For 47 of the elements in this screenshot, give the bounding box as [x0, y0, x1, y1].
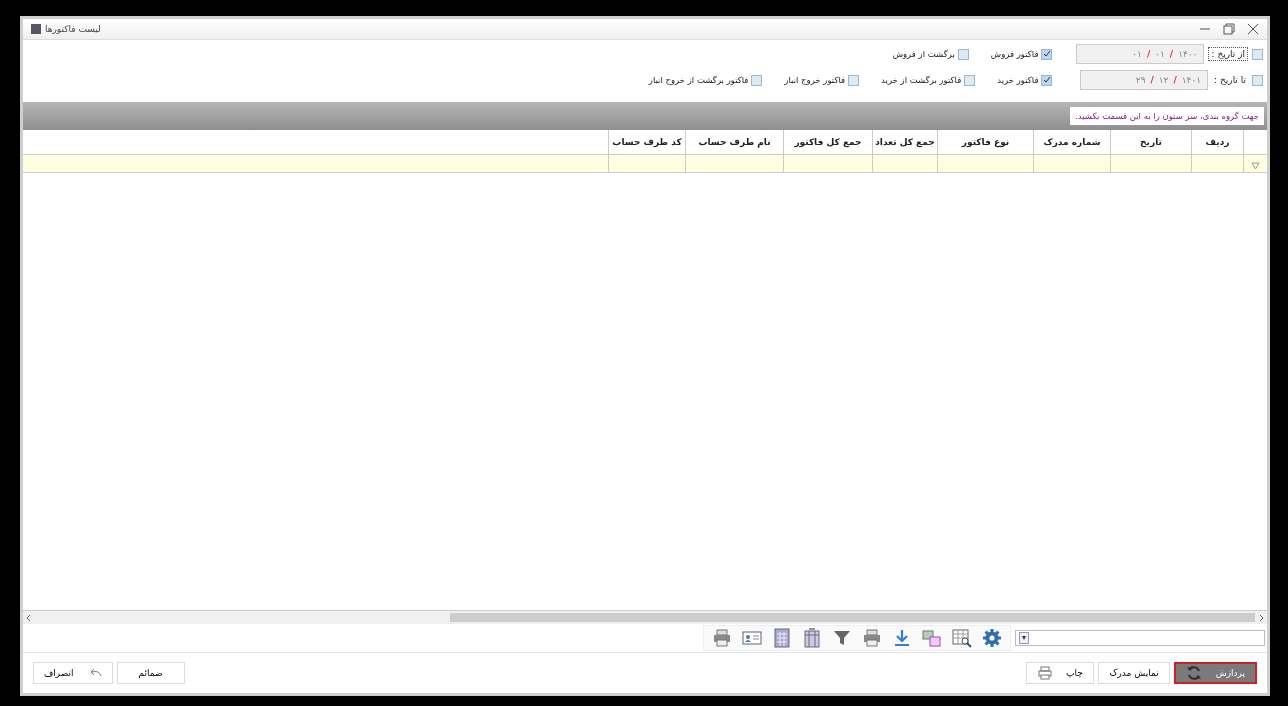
scrollbar-thumb[interactable] [449, 613, 1255, 622]
checkbox[interactable] [1041, 48, 1053, 60]
filter-icon [1251, 162, 1260, 170]
maximize-icon[interactable] [1223, 23, 1235, 35]
windows-icon[interactable] [922, 628, 942, 648]
printer-icon [1038, 666, 1053, 680]
gear-icon[interactable] [982, 628, 1002, 648]
scroll-left-icon[interactable] [25, 613, 33, 622]
checkbox[interactable] [957, 48, 969, 60]
search-field[interactable] [1015, 630, 1265, 646]
checkbox[interactable] [1041, 74, 1053, 86]
download-icon[interactable] [892, 628, 912, 648]
action-button[interactable]: نمایش مدرک [1098, 662, 1170, 684]
checkbox-label: برگشت از فروش [892, 49, 955, 59]
window-title: لیست فاکتورها [45, 24, 101, 34]
printer-icon[interactable] [712, 628, 732, 648]
filter-icon[interactable] [832, 628, 852, 648]
action-button[interactable]: پردازش [1173, 662, 1257, 684]
checkbox-label: فاکتور فروش [990, 49, 1039, 59]
checkbox[interactable] [1252, 48, 1263, 60]
date-field[interactable]: ۲۹ / ۱۲ / ۱۴۰۱ [1080, 70, 1209, 90]
group-hint: جهت گروه بندی، سر ستون را به این قسمت بکشید. [1070, 107, 1264, 125]
window-icon [31, 24, 41, 34]
checkbox[interactable] [751, 74, 763, 86]
action-button[interactable]: انصراف [33, 662, 113, 684]
checkbox[interactable] [964, 74, 976, 86]
checkbox-label: فاکتور خرید [997, 75, 1039, 85]
action-button[interactable]: چاپ [1026, 662, 1095, 684]
printer-icon[interactable] [862, 628, 882, 648]
contact-card-icon[interactable] [742, 628, 762, 648]
horizontal-scrollbar[interactable] [23, 611, 1267, 624]
close-icon[interactable] [1247, 23, 1259, 35]
columns-icon[interactable] [802, 628, 822, 648]
refresh-icon [1185, 665, 1202, 681]
checkbox[interactable] [848, 74, 860, 86]
filter-icon [1019, 632, 1029, 644]
date-label: از تاریخ : [1208, 47, 1248, 61]
calculator-icon[interactable] [772, 628, 792, 648]
checkbox-label: فاکتور برگشت از خروج انبار [648, 75, 749, 85]
action-button[interactable]: ضمائم [116, 662, 185, 684]
checkbox[interactable] [1252, 74, 1263, 86]
date-field[interactable]: ۰۱ / ۰۱ / ۱۴۰۰ [1076, 44, 1205, 64]
date-label: تا تاریخ : [1213, 74, 1247, 86]
checkbox-label: فاکتور برگشت از خرید [881, 75, 962, 85]
checkbox-label: فاکتور خروج انبار [784, 75, 846, 85]
scroll-right-icon[interactable] [1257, 613, 1265, 622]
table-search-icon[interactable] [952, 628, 972, 648]
